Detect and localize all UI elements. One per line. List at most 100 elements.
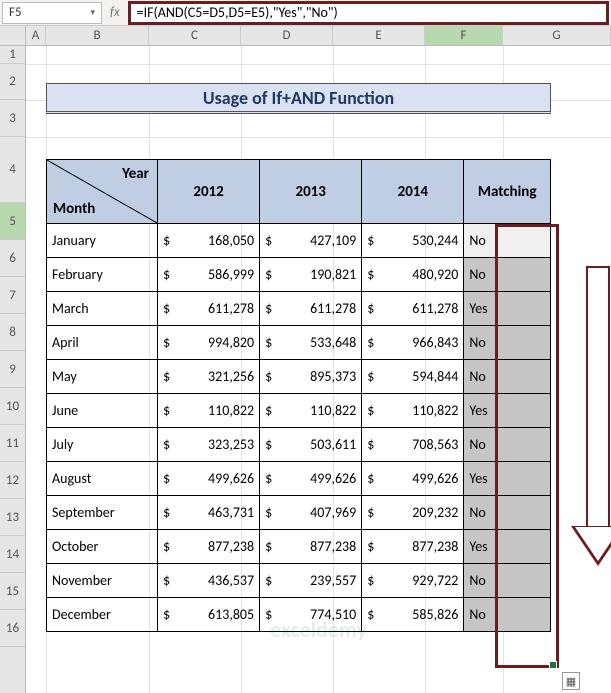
- table-row: September$463,731$407,969$209,232No: [47, 496, 551, 530]
- chevron-down-icon[interactable]: ▾: [90, 7, 95, 18]
- cell-2014[interactable]: $209,232: [362, 496, 464, 530]
- cell-2013[interactable]: $110,822: [260, 394, 362, 428]
- cell-month[interactable]: June: [47, 394, 158, 428]
- page-title: Usage of If+AND Function: [46, 83, 551, 114]
- cell-2012[interactable]: $321,256: [158, 360, 260, 394]
- cell-2013[interactable]: $774,510: [260, 598, 362, 632]
- row-header-1[interactable]: 1: [0, 46, 25, 64]
- row-header-8[interactable]: 8: [0, 314, 25, 351]
- row-header-3[interactable]: 3: [0, 100, 25, 137]
- cell-matching[interactable]: No: [464, 564, 551, 598]
- cell-2013[interactable]: $877,238: [260, 530, 362, 564]
- cell-month[interactable]: February: [47, 258, 158, 292]
- cell-2012[interactable]: $463,731: [158, 496, 260, 530]
- cell-2012[interactable]: $586,999: [158, 258, 260, 292]
- row-header-9[interactable]: 9: [0, 351, 25, 388]
- formula-bar[interactable]: =IF(AND(C5=D5,D5=E5),"Yes","No"): [128, 1, 609, 25]
- row-header-2[interactable]: 2: [0, 64, 25, 100]
- cell-matching[interactable]: Yes: [464, 292, 551, 326]
- cell-2014[interactable]: $611,278: [362, 292, 464, 326]
- cell-matching[interactable]: No: [464, 360, 551, 394]
- cell-2013[interactable]: $427,109: [260, 224, 362, 258]
- cell-2013[interactable]: $499,626: [260, 462, 362, 496]
- cell-month[interactable]: March: [47, 292, 158, 326]
- col-header-F[interactable]: F: [425, 26, 503, 45]
- col-header-C[interactable]: C: [149, 26, 241, 45]
- autofill-options-icon[interactable]: ▦: [562, 672, 580, 690]
- row-header-7[interactable]: 7: [0, 277, 25, 314]
- cell-2013[interactable]: $895,373: [260, 360, 362, 394]
- cell-2014[interactable]: $110,822: [362, 394, 464, 428]
- cell-matching[interactable]: Yes: [464, 394, 551, 428]
- cell-month[interactable]: April: [47, 326, 158, 360]
- table-row: June$110,822$110,822$110,822Yes: [47, 394, 551, 428]
- name-box[interactable]: F5 ▾: [2, 2, 102, 24]
- table-row: August$499,626$499,626$499,626Yes: [47, 462, 551, 496]
- cell-2012[interactable]: $110,822: [158, 394, 260, 428]
- cell-matching[interactable]: Yes: [464, 462, 551, 496]
- cell-grid[interactable]: Usage of If+AND Function Year Month 2012…: [26, 46, 611, 693]
- table-row: January$168,050$427,109$530,244No: [47, 224, 551, 258]
- name-box-value: F5: [9, 5, 22, 20]
- col-header-A[interactable]: A: [26, 26, 46, 45]
- row-header-14[interactable]: 14: [0, 536, 25, 573]
- cell-2014[interactable]: $530,244: [362, 224, 464, 258]
- row-header-15[interactable]: 15: [0, 573, 25, 610]
- cell-2013[interactable]: $190,821: [260, 258, 362, 292]
- row-header-11[interactable]: 11: [0, 425, 25, 462]
- cell-2014[interactable]: $585,826: [362, 598, 464, 632]
- cell-2014[interactable]: $966,843: [362, 326, 464, 360]
- row-header-10[interactable]: 10: [0, 388, 25, 425]
- cell-2013[interactable]: $239,557: [260, 564, 362, 598]
- cell-2012[interactable]: $613,805: [158, 598, 260, 632]
- row-header-6[interactable]: 6: [0, 240, 25, 277]
- row-header-4[interactable]: 4: [0, 137, 25, 203]
- cell-matching[interactable]: No: [464, 326, 551, 360]
- header-month-year: Year Month: [47, 160, 158, 224]
- cell-matching[interactable]: No: [464, 258, 551, 292]
- cell-2013[interactable]: $611,278: [260, 292, 362, 326]
- table-row: July$323,253$503,611$708,563No: [47, 428, 551, 462]
- col-header-D[interactable]: D: [241, 26, 333, 45]
- col-header-B[interactable]: B: [46, 26, 149, 45]
- cell-matching[interactable]: No: [464, 496, 551, 530]
- cell-2013[interactable]: $533,648: [260, 326, 362, 360]
- row-header-12[interactable]: 12: [0, 462, 25, 499]
- cell-month[interactable]: October: [47, 530, 158, 564]
- cell-2012[interactable]: $168,050: [158, 224, 260, 258]
- cell-2014[interactable]: $594,844: [362, 360, 464, 394]
- cell-month[interactable]: January: [47, 224, 158, 258]
- cell-matching[interactable]: No: [464, 598, 551, 632]
- row-header-13[interactable]: 13: [0, 499, 25, 536]
- cell-2014[interactable]: $929,722: [362, 564, 464, 598]
- cell-2012[interactable]: $499,626: [158, 462, 260, 496]
- cell-2012[interactable]: $994,820: [158, 326, 260, 360]
- row-header-16[interactable]: 16: [0, 610, 25, 647]
- table-row: December$613,805$774,510$585,826No: [47, 598, 551, 632]
- cell-month[interactable]: July: [47, 428, 158, 462]
- cell-2013[interactable]: $407,969: [260, 496, 362, 530]
- cell-matching[interactable]: No: [464, 224, 551, 258]
- fx-icon[interactable]: fx: [106, 5, 124, 20]
- cell-matching[interactable]: Yes: [464, 530, 551, 564]
- cell-2014[interactable]: $480,920: [362, 258, 464, 292]
- cell-2012[interactable]: $611,278: [158, 292, 260, 326]
- fill-handle[interactable]: [550, 662, 556, 668]
- cell-month[interactable]: December: [47, 598, 158, 632]
- col-header-E[interactable]: E: [333, 26, 425, 45]
- cell-2013[interactable]: $503,611: [260, 428, 362, 462]
- row-header-5[interactable]: 5: [0, 203, 25, 240]
- cell-2012[interactable]: $436,537: [158, 564, 260, 598]
- cell-month[interactable]: May: [47, 360, 158, 394]
- data-table: Year Month 2012 2013 2014 Matching Janua…: [46, 159, 551, 632]
- cell-month[interactable]: August: [47, 462, 158, 496]
- cell-month[interactable]: September: [47, 496, 158, 530]
- cell-2014[interactable]: $708,563: [362, 428, 464, 462]
- cell-month[interactable]: November: [47, 564, 158, 598]
- cell-2014[interactable]: $877,238: [362, 530, 464, 564]
- cell-2012[interactable]: $877,238: [158, 530, 260, 564]
- cell-matching[interactable]: No: [464, 428, 551, 462]
- cell-2012[interactable]: $323,253: [158, 428, 260, 462]
- col-header-G[interactable]: G: [503, 26, 611, 45]
- cell-2014[interactable]: $499,626: [362, 462, 464, 496]
